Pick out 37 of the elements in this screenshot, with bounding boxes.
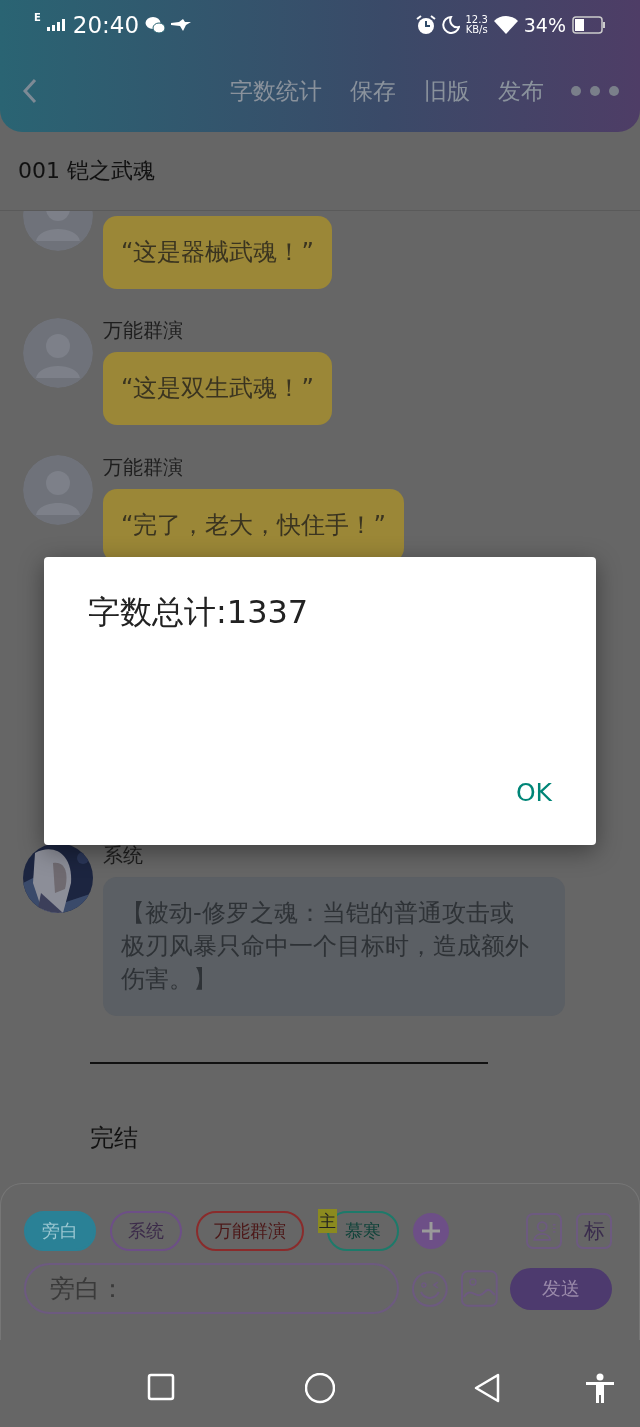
word-count-message: 字数总计:1337: [88, 592, 310, 633]
clock-time: 20:40: [72, 12, 140, 38]
moon-icon: [441, 16, 460, 34]
network-type: E: [34, 12, 41, 23]
avatar-icon: [23, 318, 93, 388]
signal-icon: [46, 19, 67, 31]
role-chip[interactable]: 万能群演: [196, 1211, 304, 1251]
toolbar-action[interactable]: 旧版: [410, 75, 484, 107]
wifi-icon: [493, 16, 518, 34]
battery-icon: [572, 16, 606, 34]
avatar-icon: [23, 455, 93, 525]
alarm-clock-icon: [415, 15, 436, 35]
chat-bubbles-icon: [145, 16, 166, 34]
sender-name: 万能群演: [103, 455, 183, 481]
message-bubble: “这是双生武魂！”: [103, 352, 332, 425]
role-badge: 主: [318, 1209, 337, 1233]
toolbar-action[interactable]: 保存: [336, 75, 410, 107]
role-chip[interactable]: 旁白: [24, 1211, 96, 1251]
chapter-title: 001 铠之武魂: [18, 157, 155, 185]
ok-button[interactable]: OK: [505, 774, 562, 811]
accessibility-icon[interactable]: [585, 1373, 615, 1405]
ending-text: 完结: [90, 1123, 139, 1154]
send-button[interactable]: 发送: [509, 1267, 612, 1310]
add-icon[interactable]: [413, 1213, 449, 1249]
toolbar-action[interactable]: 字数统计: [216, 75, 336, 107]
back-icon[interactable]: [472, 1373, 502, 1405]
speed-value: 12.3: [465, 15, 488, 25]
sender-name: 系统: [103, 843, 143, 869]
home-icon[interactable]: [305, 1373, 335, 1405]
speed-unit: KB/s: [465, 25, 488, 35]
role-chip[interactable]: 系统: [110, 1211, 182, 1251]
more-icon[interactable]: [570, 85, 620, 97]
message-bubble: “这是器械武魂！”: [103, 216, 332, 289]
sender-name: 万能群演: [103, 318, 183, 344]
battery-percent: 34%: [523, 14, 566, 36]
tag-button[interactable]: 标: [576, 1213, 612, 1249]
toolbar-action[interactable]: 发布: [484, 75, 558, 107]
